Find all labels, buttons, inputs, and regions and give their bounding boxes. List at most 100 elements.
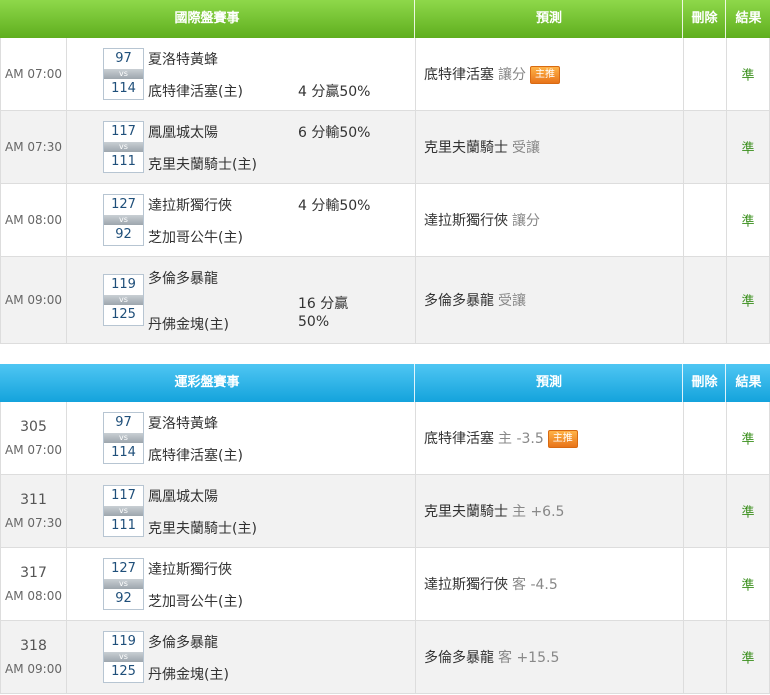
delete-cell[interactable] <box>683 621 727 693</box>
home-score: 111 <box>111 518 136 533</box>
featured-badge: 主推 <box>530 66 560 84</box>
away-team: 鳳凰城太陽 <box>148 125 218 141</box>
score-box: 119 vs 125 <box>103 274 144 326</box>
prediction-team: 克里夫蘭騎士 <box>424 140 508 156</box>
delete-cell[interactable] <box>683 184 727 256</box>
international-section: 國際盤賽事 預測 刪除 結果 AM 07:00 97 vs 114 夏洛特黃蜂 … <box>0 0 770 344</box>
home-team: 丹佛金塊(主) <box>148 317 229 333</box>
handicap: 4 分輸50% <box>298 198 371 214</box>
table-row: 317 AM 08:00 127 vs 92 達拉斯獨行俠 芝加哥公牛(主) 達… <box>0 548 770 621</box>
game-time: AM 08:00 <box>5 213 62 227</box>
result-label: 準 <box>741 141 755 157</box>
delete-cell[interactable] <box>683 402 727 474</box>
vs-label: vs <box>104 142 143 152</box>
prediction-note: 主 -3.5 <box>498 431 544 447</box>
home-score: 114 <box>111 445 136 460</box>
score-box: 97 vs 114 <box>103 48 144 100</box>
header-result: 結果 <box>725 0 770 38</box>
away-team: 多倫多暴龍 <box>148 271 218 287</box>
table-row: AM 07:30 117 vs 111 鳳凰城太陽 克里夫蘭騎士(主) 6 分輸… <box>0 111 770 184</box>
away-score: 127 <box>111 561 136 576</box>
game-number: 318 <box>20 638 47 654</box>
result-label: 準 <box>741 578 755 594</box>
away-score: 97 <box>115 415 132 430</box>
prediction-note: 讓分 <box>512 213 540 229</box>
home-score: 125 <box>111 664 136 679</box>
delete-cell[interactable] <box>683 475 727 547</box>
game-number: 311 <box>20 492 47 508</box>
away-team: 達拉斯獨行俠 <box>148 198 232 214</box>
home-score: 114 <box>111 81 136 96</box>
home-team: 丹佛金塊(主) <box>148 667 229 683</box>
home-team: 克里夫蘭騎士(主) <box>148 157 257 173</box>
home-score: 111 <box>111 154 136 169</box>
header-delete: 刪除 <box>682 364 726 402</box>
header-predict: 預測 <box>414 364 683 402</box>
prediction-team: 底特律活塞 <box>424 431 494 447</box>
handicap-line-2: 50% <box>298 314 330 330</box>
score-box: 97 vs 114 <box>103 412 144 464</box>
game-time: AM 07:00 <box>5 67 62 81</box>
game-number: 305 <box>20 419 47 435</box>
prediction-note: 讓分 <box>498 67 526 83</box>
delete-cell[interactable] <box>683 38 727 110</box>
result-label: 準 <box>741 505 755 521</box>
prediction-team: 達拉斯獨行俠 <box>424 577 508 593</box>
score-box: 127 vs 92 <box>103 558 144 610</box>
delete-cell[interactable] <box>683 548 727 620</box>
home-score: 92 <box>115 227 132 242</box>
prediction-note: 客 +15.5 <box>498 650 560 666</box>
away-team: 達拉斯獨行俠 <box>148 562 232 578</box>
vs-label: vs <box>104 433 143 443</box>
vs-label: vs <box>104 579 143 589</box>
prediction-note: 受讓 <box>512 140 540 156</box>
away-score: 97 <box>115 51 132 66</box>
away-team: 鳳凰城太陽 <box>148 489 218 505</box>
prediction-team: 多倫多暴龍 <box>424 650 494 666</box>
header-delete: 刪除 <box>682 0 726 38</box>
home-team: 芝加哥公牛(主) <box>148 230 243 246</box>
home-team: 底特律活塞(主) <box>148 448 243 464</box>
result-label: 準 <box>741 214 755 230</box>
away-score: 119 <box>111 634 136 649</box>
vs-label: vs <box>104 652 143 662</box>
header-event: 運彩盤賽事 <box>174 375 240 390</box>
handicap: 6 分輸50% <box>298 125 371 141</box>
home-team: 底特律活塞(主) <box>148 84 243 100</box>
handicap-line-1: 16 分贏 <box>298 296 349 312</box>
away-team: 多倫多暴龍 <box>148 635 218 651</box>
sports-lottery-section: 運彩盤賽事 預測 刪除 結果 305 AM 07:00 97 vs 114 夏洛… <box>0 364 770 694</box>
score-box: 117 vs 111 <box>103 485 144 537</box>
vs-label: vs <box>104 295 143 305</box>
away-team: 夏洛特黃蜂 <box>148 416 218 432</box>
delete-cell[interactable] <box>683 111 727 183</box>
away-score: 119 <box>111 277 136 292</box>
away-score: 127 <box>111 197 136 212</box>
prediction-team: 多倫多暴龍 <box>424 293 494 309</box>
away-score: 117 <box>111 124 136 139</box>
result-label: 準 <box>741 294 755 310</box>
featured-badge: 主推 <box>547 430 578 448</box>
away-team: 夏洛特黃蜂 <box>148 52 218 68</box>
table-row: AM 07:00 97 vs 114 夏洛特黃蜂 底特律活塞(主) 4 分贏50… <box>0 38 770 111</box>
result-label: 準 <box>741 432 755 448</box>
game-time: AM 08:00 <box>5 589 62 603</box>
vs-label: vs <box>104 69 143 79</box>
away-score: 117 <box>111 488 136 503</box>
game-time: AM 07:30 <box>5 516 62 530</box>
game-time: AM 07:00 <box>5 443 62 457</box>
handicap: 4 分贏50% <box>298 84 371 100</box>
result-label: 準 <box>741 68 755 84</box>
delete-cell[interactable] <box>683 257 727 343</box>
score-box: 119 vs 125 <box>103 631 144 683</box>
home-team: 芝加哥公牛(主) <box>148 594 243 610</box>
home-score: 92 <box>115 591 132 606</box>
game-time: AM 09:00 <box>5 662 62 676</box>
header-result: 結果 <box>725 364 770 402</box>
game-time: AM 07:30 <box>5 140 62 154</box>
prediction-team: 底特律活塞 <box>424 67 494 83</box>
score-box: 117 vs 111 <box>103 121 144 173</box>
prediction-note: 客 -4.5 <box>512 577 558 593</box>
prediction-note: 受讓 <box>498 293 526 309</box>
home-team: 克里夫蘭騎士(主) <box>148 521 257 537</box>
